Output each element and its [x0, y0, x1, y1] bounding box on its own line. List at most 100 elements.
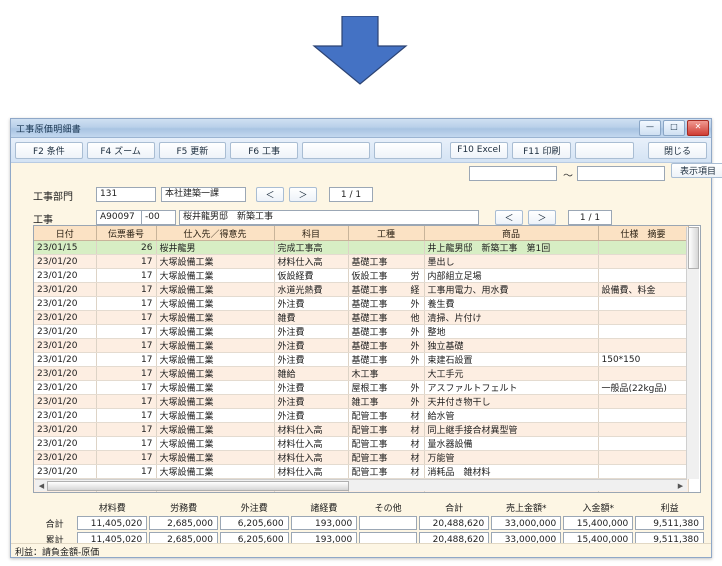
detail-cell-slip-no: 17: [96, 394, 157, 409]
table-row[interactable]: 23/01/20 17 大塚設備工業 雑給 木工事 大工手元: [34, 366, 689, 381]
grid-horizontal-scrollbar[interactable]: ◀ ▶: [35, 479, 687, 491]
detail-cell-work-kind: 木工事: [348, 366, 425, 381]
detail-cell-spec: [598, 310, 689, 325]
fn-blank-button-3[interactable]: [575, 141, 635, 159]
work-code-input[interactable]: A90097: [96, 210, 142, 225]
table-row[interactable]: 23/01/20 17 大塚設備工業 外注費 基礎工事外整地: [34, 324, 689, 339]
detail-cell-account: 外注費: [274, 380, 349, 395]
detail-cell-work-kind: 配管工事材: [348, 408, 425, 423]
f5-refresh-button[interactable]: F5 更新: [158, 141, 227, 159]
table-row[interactable]: 23/01/20 17 大塚設備工業 外注費 基礎工事外養生費: [34, 296, 689, 311]
totals-col-profit: 利益: [660, 503, 679, 514]
dept-name-input[interactable]: 本社建築一課: [161, 187, 246, 202]
table-row[interactable]: 23/01/20 17 大塚設備工業 外注費 基礎工事外独立基礎: [34, 338, 689, 353]
filter-from-input[interactable]: [469, 166, 557, 181]
detail-cell-date: 23/01/20: [34, 324, 97, 339]
totals-value: 193,000: [290, 516, 358, 530]
table-row[interactable]: 23/01/15 26 桜井龍男 完成工事高 井上龍男邸 新築工事 第1回: [34, 240, 689, 255]
work-kind-suffix: 材: [410, 468, 420, 478]
work-sub-code-input[interactable]: -00: [142, 210, 176, 225]
fn-blank-button-1[interactable]: [302, 141, 370, 159]
col-header-item[interactable]: 商品: [424, 226, 599, 241]
table-row[interactable]: 23/01/20 17 大塚設備工業 材料仕入高 配管工事材同上継手接合材異型管: [34, 422, 689, 437]
totals-value: 9,511,380: [635, 516, 704, 530]
dept-code-input[interactable]: 131: [96, 187, 156, 202]
f4-zoom-button[interactable]: F4 ズーム: [86, 141, 155, 159]
detail-cell-work-kind: 配管工事材: [348, 464, 425, 479]
fn-blank-button-2[interactable]: [373, 141, 442, 159]
detail-cell-item: 大工手元: [424, 366, 599, 381]
detail-cell-slip-no: 17: [96, 450, 157, 465]
detail-cell-item: 清掃、片付け: [424, 310, 599, 325]
table-row[interactable]: 23/01/20 17 大塚設備工業 外注費 配管工事材給水管: [34, 408, 689, 423]
detail-cell-work-kind: 基礎工事外: [348, 352, 425, 367]
close-icon[interactable]: ✕: [687, 120, 709, 136]
detail-cell-date: 23/01/20: [34, 408, 97, 423]
totals-col-material: 材料費: [98, 503, 126, 514]
col-header-spec[interactable]: 仕様 摘要: [598, 226, 689, 241]
grid-horizontal-scroll-thumb[interactable]: [47, 480, 349, 491]
table-row[interactable]: 23/01/20 17 大塚設備工業 外注費 雑工事外天井付き物干し: [34, 394, 689, 409]
work-kind-suffix: 労: [410, 272, 420, 282]
detail-cell-item: 墨出し: [424, 254, 599, 269]
detail-cell-item: 万能管: [424, 450, 599, 465]
f2-condition-button[interactable]: F2 条件: [15, 141, 83, 159]
table-row[interactable]: 23/01/20 17 大塚設備工業 外注費 基礎工事外束建石設置 150*150: [34, 352, 689, 367]
totals-col-total: 合計: [445, 503, 464, 514]
col-header-account[interactable]: 科目: [274, 226, 349, 241]
detail-cell-item: 消耗品 雑材料: [424, 464, 599, 479]
totals-col-sales: 売上金額*: [505, 503, 547, 514]
f6-work-button[interactable]: F6 工事: [230, 141, 298, 159]
detail-cell-date: 23/01/20: [34, 352, 97, 367]
table-row[interactable]: 23/01/20 17 大塚設備工業 水道光熱費 基礎工事経工事用電力、用水費 設備費、料…: [34, 282, 689, 297]
table-row[interactable]: 23/01/20 17 大塚設備工業 雑費 基礎工事他清掃、片付け: [34, 310, 689, 325]
detail-cell-spec: [598, 394, 689, 409]
totals-value-cell: [358, 515, 418, 531]
maximize-button[interactable]: □: [663, 120, 685, 136]
detail-cell-vendor: 大塚設備工業: [156, 436, 275, 451]
table-row[interactable]: 23/01/20 17 大塚設備工業 材料仕入高 配管工事材消耗品 雑材料: [34, 464, 689, 479]
grid-vertical-scroll-thumb[interactable]: [688, 227, 699, 269]
detail-cell-work-kind: 屋根工事外: [348, 380, 425, 395]
detail-cell-item: 工事用電力、用水費: [424, 282, 599, 297]
detail-cell-slip-no: 17: [96, 310, 157, 325]
scroll-right-icon[interactable]: ▶: [675, 481, 686, 490]
f11-print-button[interactable]: F11 印刷: [512, 141, 572, 159]
table-row[interactable]: 23/01/20 17 大塚設備工業 外注費 屋根工事外アスファルトフェルト 一般品(22…: [34, 380, 689, 395]
col-header-date[interactable]: 日付: [34, 226, 97, 241]
totals-value: 11,405,020: [77, 516, 148, 530]
table-row[interactable]: 23/01/20 17 大塚設備工業 材料仕入高 配管工事材量水器設備: [34, 436, 689, 451]
close-window-button[interactable]: 閉じる: [648, 141, 707, 159]
filter-to-input[interactable]: [577, 166, 665, 181]
f10-excel-button[interactable]: F10 Excel: [449, 141, 509, 159]
detail-cell-vendor: 桜井龍男: [156, 240, 275, 255]
totals-value: 15,400,000: [563, 516, 634, 530]
detail-cell-item: 独立基礎: [424, 338, 599, 353]
detail-cell-account: 外注費: [274, 296, 349, 311]
work-kind-suffix: 外: [410, 384, 420, 394]
col-header-slip-no[interactable]: 伝票番号: [96, 226, 157, 241]
col-header-work-kind[interactable]: 工種: [348, 226, 425, 241]
table-row[interactable]: 23/01/20 17 大塚設備工業 材料仕入高 基礎工事 墨出し: [34, 254, 689, 269]
table-row[interactable]: 23/01/20 17 大塚設備工業 材料仕入高 配管工事材万能管: [34, 450, 689, 465]
detail-cell-date: 23/01/20: [34, 380, 97, 395]
window-titlebar: 工事原価明細書 — □ ✕: [11, 119, 711, 138]
scroll-left-icon[interactable]: ◀: [36, 481, 47, 490]
display-items-button[interactable]: 表示項目: [671, 163, 722, 178]
table-row[interactable]: 23/01/2017大塚設備工業外注費配管工事外堀り方埋戻し: [34, 493, 688, 494]
detail-grid[interactable]: 日付 伝票番号 仕入先／得意先 科目 工種 商品 仕様 摘要 23/01/15 2…: [33, 225, 701, 493]
totals-value: 6,205,600: [219, 516, 289, 530]
grid-vertical-scrollbar[interactable]: [686, 227, 699, 479]
totals-value-cell: 33,000,000: [490, 515, 562, 531]
minimize-button[interactable]: —: [639, 120, 661, 136]
detail-cell-slip-no: 17: [96, 282, 157, 297]
detail-cell-vendor: 大塚設備工業: [156, 296, 275, 311]
work-next-button[interactable]: ＞: [528, 210, 556, 225]
dept-prev-button[interactable]: ＜: [256, 187, 284, 202]
range-separator: ～: [563, 171, 573, 182]
col-header-vendor[interactable]: 仕入先／得意先: [156, 226, 275, 241]
work-name-input[interactable]: 桜井龍男邸 新築工事: [179, 210, 479, 225]
work-prev-button[interactable]: ＜: [495, 210, 523, 225]
table-row[interactable]: 23/01/20 17 大塚設備工業 仮設経費 仮設工事労内部組立足場: [34, 268, 689, 283]
dept-next-button[interactable]: ＞: [289, 187, 317, 202]
